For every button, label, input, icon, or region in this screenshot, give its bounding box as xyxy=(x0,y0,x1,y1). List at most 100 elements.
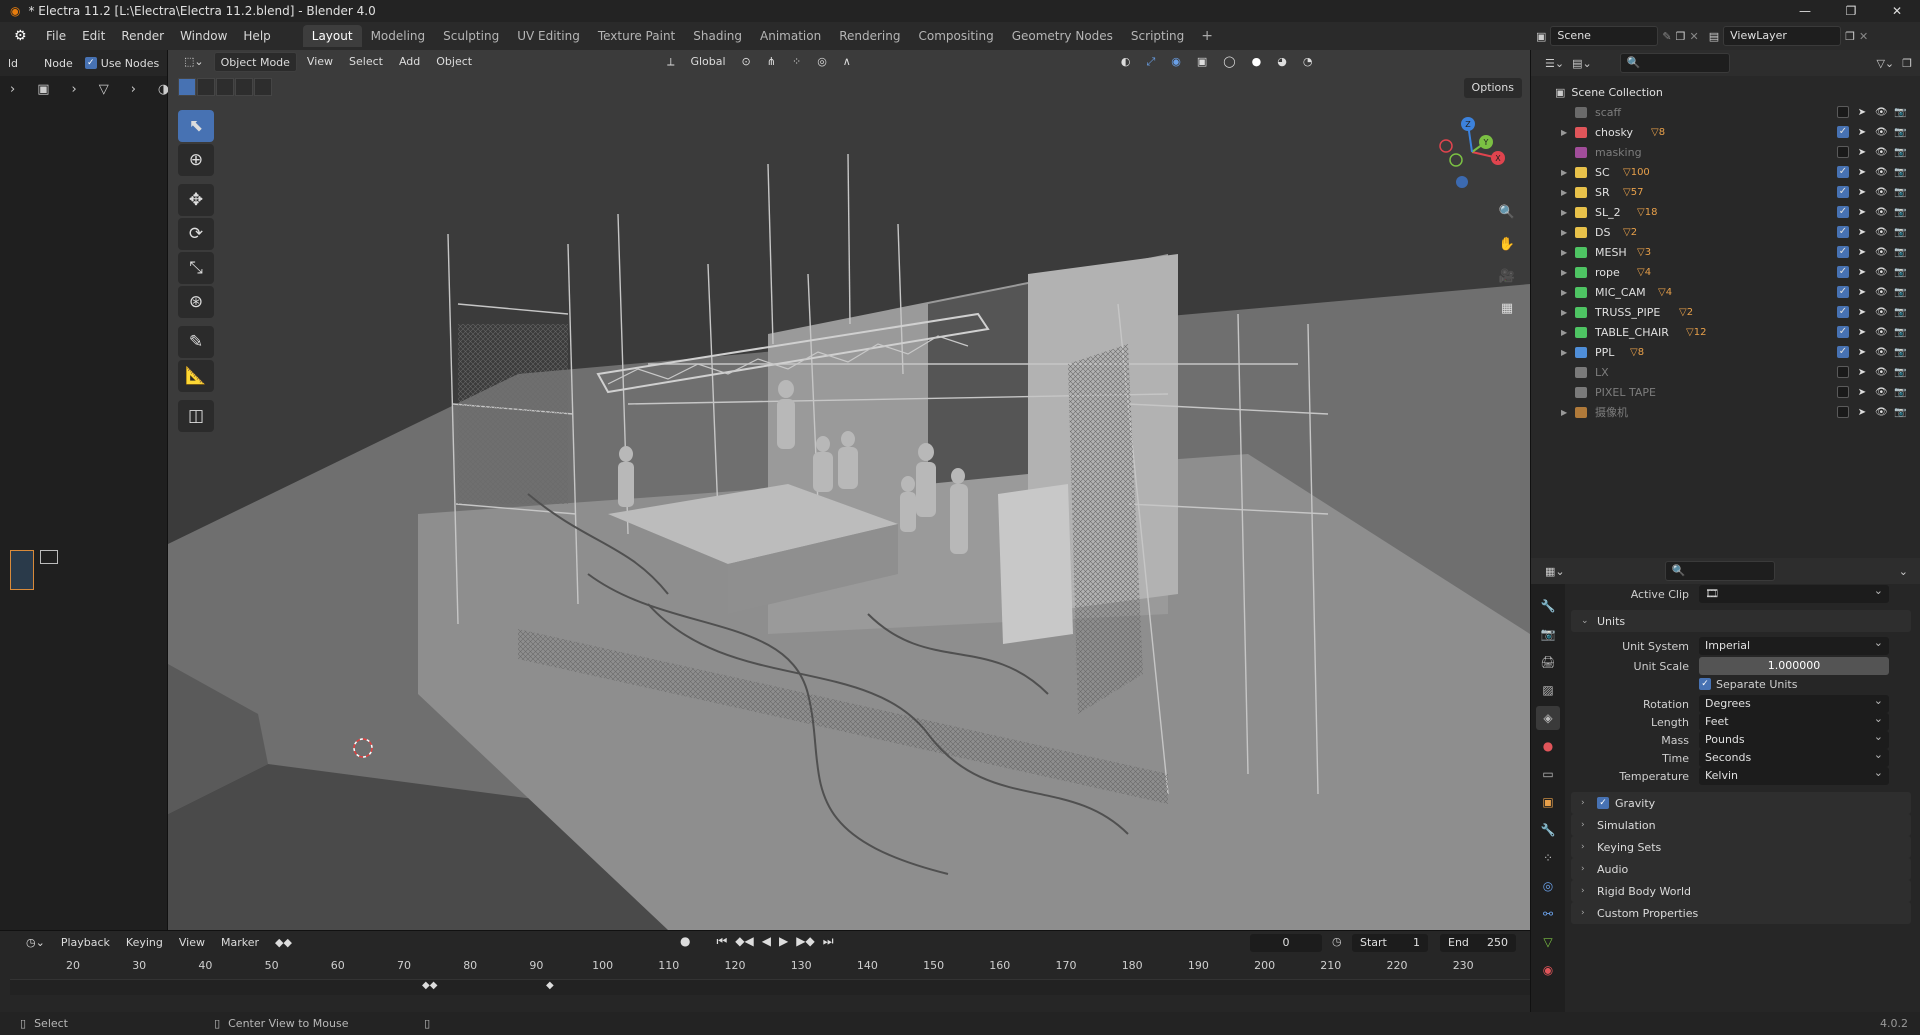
annotate-tool-icon[interactable]: ✎ xyxy=(178,326,214,358)
render-camera-icon[interactable]: 📷 xyxy=(1894,227,1906,238)
outliner-row[interactable]: scaff ➤ 👁 📷 xyxy=(1531,102,1920,122)
selectable-arrow-icon[interactable]: ➤ xyxy=(1856,307,1868,318)
eye-icon[interactable]: 👁 xyxy=(1875,407,1888,418)
tab-geometry-nodes[interactable]: Geometry Nodes xyxy=(1003,25,1122,47)
move-tool-icon[interactable]: ✥ xyxy=(178,184,214,216)
selectable-arrow-icon[interactable]: ➤ xyxy=(1856,287,1868,298)
modifier-tab-icon[interactable]: 🔧 xyxy=(1536,818,1560,842)
exclude-checkbox[interactable] xyxy=(1837,406,1849,418)
expand-icon-2[interactable]: › xyxy=(72,82,77,97)
eye-icon[interactable]: 👁 xyxy=(1875,167,1888,178)
new-collection-icon[interactable]: ❐ xyxy=(1902,57,1912,70)
keyframe-diamond[interactable]: ◆◆ xyxy=(422,980,437,991)
expand-triangle-icon[interactable]: ▶ xyxy=(1561,288,1567,297)
expand-triangle-icon[interactable]: ▶ xyxy=(1561,308,1567,317)
node-small-icon[interactable] xyxy=(40,550,58,564)
selectable-arrow-icon[interactable]: ➤ xyxy=(1856,167,1868,178)
rendered-shading-icon[interactable]: ◔ xyxy=(1297,52,1319,72)
jump-end-icon[interactable]: ⏭ xyxy=(823,934,834,949)
view-layer-tab-icon[interactable]: ▨ xyxy=(1536,678,1560,702)
expand-triangle-icon[interactable]: ▶ xyxy=(1561,128,1567,137)
gizmo-neg-z[interactable] xyxy=(1456,176,1468,188)
timeline-ruler[interactable]: 20 30 40 50 60 70 80 90 100 110 120 130 140 150 160 170… xyxy=(0,955,1530,977)
menu-window[interactable]: Window xyxy=(172,22,235,50)
ortho-grid-icon[interactable]: ▦ xyxy=(1494,296,1520,322)
keying-sets-panel-header[interactable]: › Keying Sets xyxy=(1571,836,1911,858)
exclude-checkbox[interactable]: ✓ xyxy=(1837,326,1849,338)
eye-icon[interactable]: 👁 xyxy=(1875,387,1888,398)
new-scene-icon[interactable]: ❐ xyxy=(1676,30,1686,43)
timeline-editor-type-icon[interactable]: ◷⌄ xyxy=(20,933,51,953)
playback-menu[interactable]: Playback xyxy=(55,933,116,953)
tab-texture-paint[interactable]: Texture Paint xyxy=(589,25,684,47)
scene-field[interactable]: Scene xyxy=(1550,26,1659,46)
outliner-row[interactable]: ▶ TABLE_CHAIR ▽12 ✓ ➤ 👁 📷 xyxy=(1531,322,1920,342)
timeline-keyframe-track[interactable]: ◆◆ ◆ xyxy=(10,979,1530,995)
object-mode-dropdown[interactable]: Object Mode xyxy=(213,52,297,72)
outliner-row[interactable]: ▶ DS ▽2 ✓ ➤ 👁 📷 xyxy=(1531,222,1920,242)
tab-compositing[interactable]: Compositing xyxy=(909,25,1002,47)
outliner-row[interactable]: ▶ SC ▽100 ✓ ➤ 👁 📷 xyxy=(1531,162,1920,182)
render-camera-icon[interactable]: 📷 xyxy=(1894,347,1906,358)
exclude-checkbox[interactable] xyxy=(1837,146,1849,158)
play-icon[interactable]: ▶ xyxy=(779,934,788,949)
object-menu[interactable]: Object xyxy=(430,52,478,72)
scene-collection-row[interactable]: ▣ Scene Collection xyxy=(1531,82,1920,102)
select-intersect-icon[interactable] xyxy=(254,78,272,96)
close-button[interactable]: ✕ xyxy=(1874,0,1920,22)
gizmo-toggle-icon[interactable]: ⤢ xyxy=(1140,52,1161,72)
select-subtract-icon[interactable] xyxy=(216,78,234,96)
tab-animation[interactable]: Animation xyxy=(751,25,830,47)
snap-icon[interactable]: ⋔ xyxy=(761,52,782,72)
exclude-checkbox[interactable] xyxy=(1837,386,1849,398)
eye-icon[interactable]: 👁 xyxy=(1875,207,1888,218)
gizmo-neg-y[interactable] xyxy=(1449,153,1463,167)
maximize-button[interactable]: ❐ xyxy=(1828,0,1874,22)
constraints-tab-icon[interactable]: ⚯ xyxy=(1536,902,1560,926)
separate-units-toggle[interactable]: ✓ Separate Units xyxy=(1699,678,1797,691)
view-menu[interactable]: View xyxy=(301,52,339,72)
exclude-checkbox[interactable]: ✓ xyxy=(1837,246,1849,258)
expand-triangle-icon[interactable]: ▶ xyxy=(1561,248,1567,257)
filter-icon[interactable]: ▽⌄ xyxy=(1876,57,1894,70)
add-cube-tool-icon[interactable]: ◫ xyxy=(178,400,214,432)
transform-orientation-icon[interactable]: ⟂ xyxy=(661,52,680,72)
outliner-row[interactable]: ▶ MIC_CAM ▽4 ✓ ➤ 👁 📷 xyxy=(1531,282,1920,302)
eye-icon[interactable]: 👁 xyxy=(1875,267,1888,278)
outliner-row[interactable]: ▶ TRUSS_PIPE ▽2 ✓ ➤ 👁 📷 xyxy=(1531,302,1920,322)
start-frame-field[interactable]: Start 1 xyxy=(1352,934,1428,952)
gravity-panel-header[interactable]: › ✓ Gravity xyxy=(1571,792,1911,814)
view-layer-field[interactable]: ViewLayer xyxy=(1723,26,1842,46)
object-tab-icon[interactable]: ▣ xyxy=(1536,790,1560,814)
physics-tab-icon[interactable]: ◎ xyxy=(1536,874,1560,898)
selectable-arrow-icon[interactable]: ➤ xyxy=(1856,227,1868,238)
expand-triangle-icon[interactable]: ▶ xyxy=(1561,328,1567,337)
node-menu[interactable]: Node xyxy=(44,57,73,70)
proportional-edit-icon[interactable]: ◎ xyxy=(811,52,833,72)
tab-modeling[interactable]: Modeling xyxy=(362,25,435,47)
expand-triangle-icon[interactable]: ▶ xyxy=(1561,228,1567,237)
menu-file[interactable]: File xyxy=(38,22,74,50)
selectable-arrow-icon[interactable]: ➤ xyxy=(1856,247,1868,258)
audio-panel-header[interactable]: › Audio xyxy=(1571,858,1911,880)
select-box-icon[interactable]: ▣ xyxy=(37,82,49,97)
pin-icon[interactable]: ✎ xyxy=(1662,30,1671,43)
outliner-row[interactable]: ▶ chosky ▽8 ✓ ➤ 👁 📷 xyxy=(1531,122,1920,142)
units-panel-header[interactable]: ⌄ Units xyxy=(1571,610,1911,632)
render-camera-icon[interactable]: 📷 xyxy=(1894,147,1906,158)
render-camera-icon[interactable]: 📷 xyxy=(1894,267,1906,278)
expand-triangle-icon[interactable]: ▶ xyxy=(1561,168,1567,177)
outliner-row[interactable]: ▶ MESH ▽3 ✓ ➤ 👁 📷 xyxy=(1531,242,1920,262)
eye-icon[interactable]: 👁 xyxy=(1875,327,1888,338)
outliner-row[interactable]: masking ➤ 👁 📷 xyxy=(1531,142,1920,162)
render-tab-icon[interactable]: 📷 xyxy=(1536,622,1560,646)
render-camera-icon[interactable]: 📷 xyxy=(1894,327,1906,338)
wireframe-shading-icon[interactable]: ◯ xyxy=(1217,52,1241,72)
unit-system-dropdown[interactable]: Imperial xyxy=(1699,634,1889,655)
selectable-arrow-icon[interactable]: ➤ xyxy=(1856,367,1868,378)
unit-scale-field[interactable]: 1.000000 xyxy=(1699,657,1889,675)
visibility-icon[interactable]: ◐ xyxy=(1115,52,1137,72)
exclude-checkbox[interactable]: ✓ xyxy=(1837,206,1849,218)
expand-triangle-icon[interactable]: ▶ xyxy=(1561,208,1567,217)
next-keyframe-icon[interactable]: ▶◆ xyxy=(796,934,814,949)
